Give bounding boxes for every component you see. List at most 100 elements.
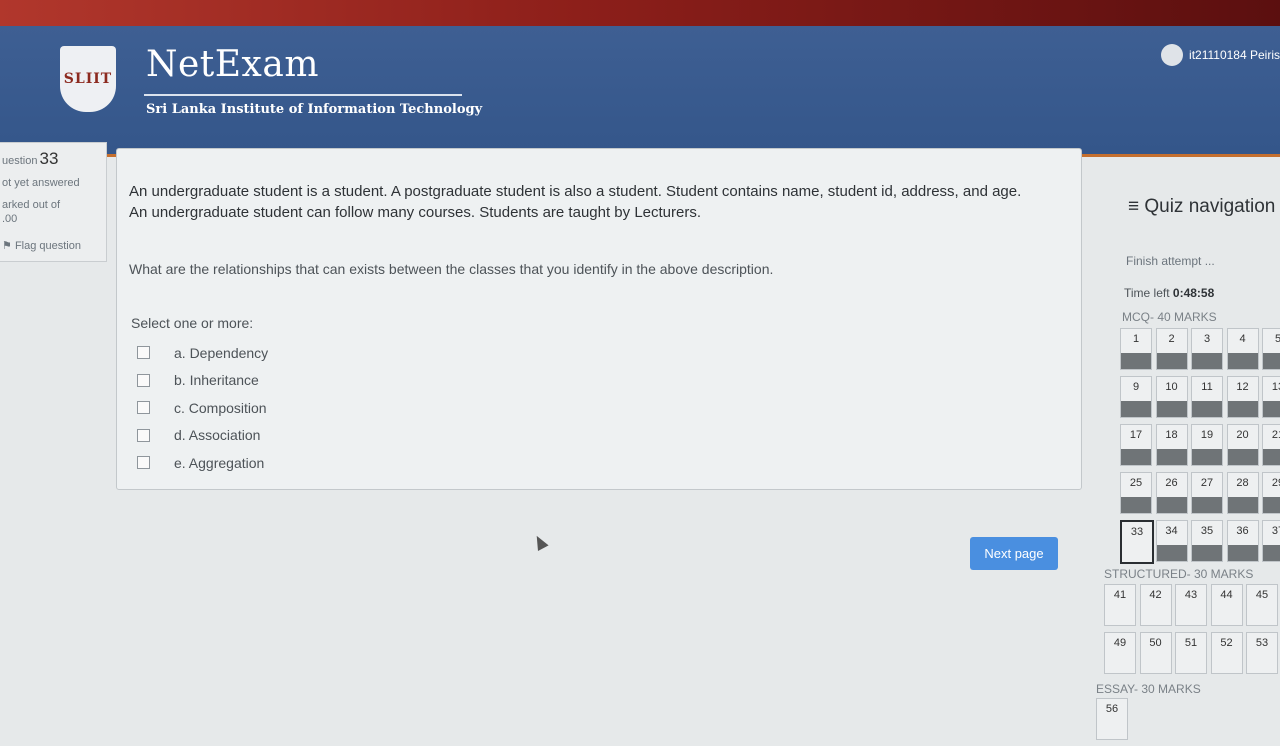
quiz-nav-number: 5 xyxy=(1274,333,1280,345)
quiz-nav-number: 35 xyxy=(1200,525,1214,537)
quiz-nav-status-bar xyxy=(1156,401,1187,417)
quiz-nav-status-bar xyxy=(1227,449,1258,465)
quiz-nav-button[interactable]: 53 xyxy=(1246,632,1278,674)
quiz-nav-button[interactable]: 37 xyxy=(1262,520,1280,562)
quiz-nav-button[interactable]: 25 xyxy=(1120,472,1152,514)
quiz-nav-button[interactable]: 34 xyxy=(1155,520,1188,562)
next-page-button[interactable]: Next page xyxy=(970,537,1058,570)
quiz-nav-number: 37 xyxy=(1271,525,1280,537)
checkbox[interactable] xyxy=(137,401,150,415)
checkbox[interactable] xyxy=(137,428,150,442)
site-header: SLIIT NetExam Sri Lanka Institute of Inf… xyxy=(0,26,1280,157)
quiz-nav-button[interactable]: 45 xyxy=(1246,584,1278,626)
quiz-nav-number: 56 xyxy=(1105,703,1119,715)
option-aggregation[interactable]: e. Aggregation xyxy=(137,449,268,477)
section-mcq-label: MCQ- 40 MARKS xyxy=(1122,310,1217,324)
option-association[interactable]: d. Association xyxy=(137,422,268,450)
quiz-nav-button[interactable]: 36 xyxy=(1226,520,1259,562)
quiz-nav-button[interactable]: 12 xyxy=(1226,376,1259,418)
quiz-nav-button[interactable]: 5 xyxy=(1262,328,1280,370)
quiz-nav-button[interactable]: 17 xyxy=(1120,424,1152,466)
quiz-nav-status-bar xyxy=(1156,497,1187,513)
quiz-nav-button[interactable]: 26 xyxy=(1155,472,1188,514)
quiz-nav-button[interactable]: 51 xyxy=(1175,632,1207,674)
option-inheritance[interactable]: b. Inheritance xyxy=(137,367,268,395)
quiz-nav-number: 36 xyxy=(1236,525,1249,537)
quiz-nav-button[interactable]: 29 xyxy=(1262,472,1280,514)
question-content-box: An undergraduate student is a student. A… xyxy=(116,148,1082,490)
checkbox[interactable] xyxy=(137,456,150,470)
quiz-nav-number: 26 xyxy=(1165,477,1178,489)
mouse-pointer-icon xyxy=(531,533,549,551)
quiz-nav-button[interactable]: 28 xyxy=(1226,472,1259,514)
quiz-nav-button[interactable]: 9 xyxy=(1120,376,1152,418)
quiz-nav-button[interactable]: 50 xyxy=(1139,632,1172,674)
quiz-nav-status-bar xyxy=(1192,497,1222,513)
quiz-nav-number: 25 xyxy=(1129,477,1143,489)
flag-question-link[interactable]: ⚑ Flag question xyxy=(2,239,81,252)
quiz-nav-number: 1 xyxy=(1132,333,1140,345)
marked-out-of-value: .00 xyxy=(2,213,18,225)
quiz-navigation-title: ≡ Quiz navigation xyxy=(1128,196,1276,217)
quiz-nav-status-bar xyxy=(1212,609,1242,625)
brand-subtitle: Sri Lanka Institute of Information Techn… xyxy=(146,102,483,117)
quiz-nav-button[interactable]: 21 xyxy=(1262,424,1280,466)
quiz-nav-button[interactable]: 35 xyxy=(1191,520,1223,562)
essay-question-grid: 56 xyxy=(1096,698,1274,746)
checkbox[interactable] xyxy=(137,346,150,360)
question-text: An undergraduate student is a student. A… xyxy=(129,183,1022,221)
quiz-nav-button[interactable]: 19 xyxy=(1191,424,1223,466)
checkbox[interactable] xyxy=(137,373,150,387)
quiz-nav-button[interactable]: 13 xyxy=(1262,376,1280,418)
user-menu[interactable]: it21110184 Peiris xyxy=(1161,44,1280,66)
quiz-nav-button[interactable]: 1 xyxy=(1120,328,1152,370)
quiz-nav-status-bar xyxy=(1227,545,1258,561)
quiz-nav-button[interactable]: 4 xyxy=(1226,328,1259,370)
quiz-nav-number: 10 xyxy=(1165,381,1178,393)
quiz-nav-number: 52 xyxy=(1220,637,1233,649)
quiz-nav-number: 42 xyxy=(1149,589,1162,601)
quiz-nav-button[interactable]: 56 xyxy=(1096,698,1128,740)
question-info-panel: uestion 33 ot yet answered arked out of .… xyxy=(0,142,107,262)
question-number: uestion 33 xyxy=(2,149,59,168)
quiz-nav-number: 44 xyxy=(1220,589,1233,601)
quiz-nav-number: 45 xyxy=(1255,589,1269,601)
option-dependency[interactable]: a. Dependency xyxy=(137,339,268,367)
quiz-nav-button[interactable]: 10 xyxy=(1155,376,1188,418)
quiz-nav-status-bar xyxy=(1227,401,1258,417)
quiz-nav-status-bar xyxy=(1176,657,1206,673)
quiz-nav-button[interactable]: 42 xyxy=(1139,584,1172,626)
quiz-nav-status-bar xyxy=(1105,657,1135,673)
quiz-nav-status-bar xyxy=(1192,401,1222,417)
flag-icon: ⚑ xyxy=(2,240,12,252)
quiz-nav-button[interactable]: 52 xyxy=(1210,632,1243,674)
option-composition[interactable]: c. Composition xyxy=(137,394,268,422)
quiz-navigation-panel: ≡ Quiz navigation Finish attempt ... Tim… xyxy=(1096,180,1280,740)
quiz-nav-status-bar xyxy=(1192,545,1222,561)
finish-attempt-link[interactable]: Finish attempt ... xyxy=(1126,254,1215,268)
section-structured-label: STRUCTURED- 30 MARKS xyxy=(1104,567,1254,581)
quiz-nav-status-bar xyxy=(1212,657,1242,673)
quiz-nav-button[interactable]: 20 xyxy=(1226,424,1259,466)
quiz-nav-number: 53 xyxy=(1255,637,1269,649)
quiz-nav-button[interactable]: 3 xyxy=(1191,328,1223,370)
quiz-nav-status-bar xyxy=(1121,449,1151,465)
brand-title: NetExam xyxy=(146,44,319,85)
timer-value: 0:48:58 xyxy=(1172,286,1215,300)
quiz-nav-button[interactable]: 49 xyxy=(1104,632,1136,674)
quiz-nav-status-bar xyxy=(1192,449,1222,465)
user-name[interactable]: it21110184 Peiris xyxy=(1189,48,1280,62)
quiz-nav-button[interactable]: 18 xyxy=(1155,424,1188,466)
quiz-nav-button[interactable]: 11 xyxy=(1191,376,1223,418)
quiz-nav-button[interactable]: 2 xyxy=(1155,328,1188,370)
quiz-nav-number: 29 xyxy=(1271,477,1280,489)
avatar[interactable] xyxy=(1161,44,1184,66)
quiz-nav-button[interactable]: 44 xyxy=(1210,584,1243,626)
quiz-nav-button[interactable]: 41 xyxy=(1104,584,1136,626)
quiz-nav-number: 18 xyxy=(1165,429,1178,441)
quiz-nav-button[interactable]: 27 xyxy=(1191,472,1223,514)
quiz-nav-button[interactable]: 33 xyxy=(1120,520,1154,564)
structured-question-grid: 41 42 43 44 45 49 50 51 52 53 xyxy=(1104,584,1280,680)
quiz-nav-button[interactable]: 43 xyxy=(1175,584,1207,626)
mcq-question-grid: 1234591011121317181920212526272829333435… xyxy=(1120,328,1280,570)
